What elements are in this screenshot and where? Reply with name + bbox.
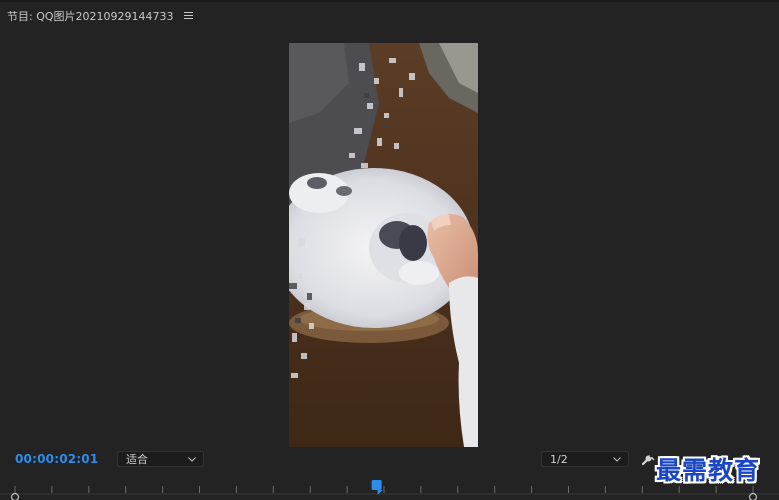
panel-title[interactable]: 节目: QQ图片20210929144733 [7,8,174,24]
video-frame-image [289,43,478,447]
wrench-icon[interactable] [640,451,656,467]
playhead-timecode[interactable]: 00:00:02:01 [15,452,98,466]
video-preview[interactable] [289,43,478,447]
program-monitor-panel: 节目: QQ图片20210929144733 00:00:02:01 适合 1/… [0,0,779,500]
playhead-marker[interactable] [371,480,383,495]
zoom-level-dropdown[interactable]: 适合 [117,451,204,467]
playback-resolution-dropdown[interactable]: 1/2 [541,451,629,467]
chevron-down-icon [187,454,197,464]
hamburger-menu-icon[interactable] [183,12,193,20]
time-ruler[interactable] [0,480,779,500]
chevron-down-icon [612,454,622,464]
playback-resolution-value: 1/2 [550,452,568,466]
panel-header: 节目: QQ图片20210929144733 [7,8,193,24]
zoom-level-value: 适合 [126,453,148,466]
panel-top-border [0,0,779,2]
